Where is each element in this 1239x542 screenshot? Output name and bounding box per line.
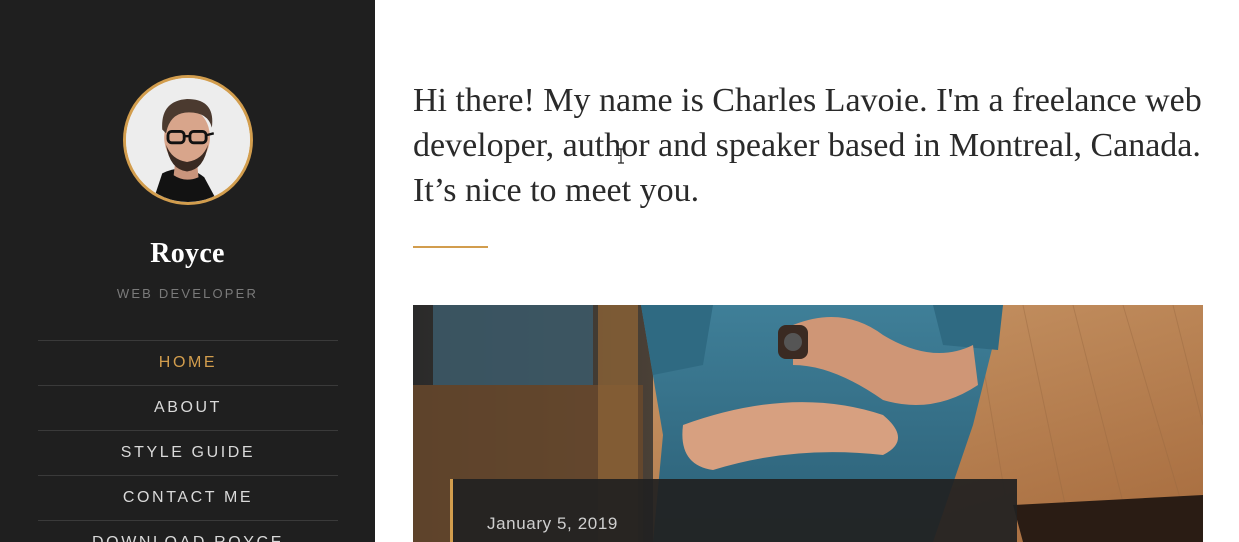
text-cursor-icon [617,148,625,164]
nav-item-download-royce[interactable]: DOWNLOAD ROYCE [38,520,338,542]
sidebar: Royce WEB DEVELOPER HOME ABOUT STYLE GUI… [0,0,375,542]
intro-text: Hi there! My name is Charles Lavoie. I'm… [413,82,1202,209]
featured-post-card[interactable]: January 5, 2019 [450,479,1017,542]
site-subtitle: WEB DEVELOPER [116,286,259,301]
nav-item-contact-me[interactable]: CONTACT ME [38,475,338,520]
nav-item-about[interactable]: ABOUT [38,385,338,430]
featured-post-image[interactable]: January 5, 2019 [413,305,1203,542]
post-date: January 5, 2019 [487,514,618,533]
nav-item-home[interactable]: HOME [38,340,338,385]
avatar-photo [126,78,250,202]
site-title[interactable]: Royce [0,238,375,270]
avatar[interactable] [123,75,253,205]
main-nav: HOME ABOUT STYLE GUIDE CONTACT ME DOWNLO… [38,340,338,542]
intro-divider [413,246,488,248]
nav-item-style-guide[interactable]: STYLE GUIDE [38,430,338,475]
main-content: Hi there! My name is Charles Lavoie. I'm… [375,0,1239,542]
